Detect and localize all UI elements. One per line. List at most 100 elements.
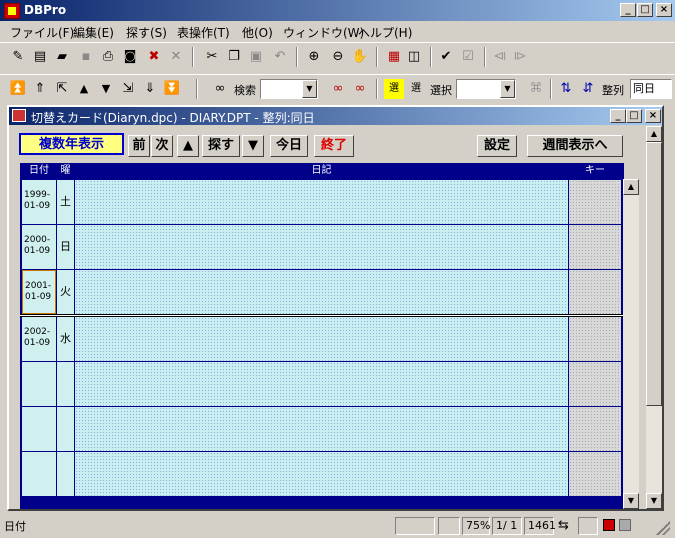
tool-disabled-icon[interactable]: ✕ bbox=[166, 47, 186, 67]
print-icon[interactable]: ⎙ bbox=[98, 47, 118, 67]
swap-icon[interactable]: ⇆ bbox=[558, 518, 569, 533]
diary-cell[interactable] bbox=[75, 407, 568, 451]
key-cell[interactable] bbox=[569, 270, 621, 314]
settings-button[interactable]: 設定 bbox=[477, 135, 517, 157]
date-cell-selected[interactable]: 2001- 01-09 bbox=[22, 270, 56, 314]
nav-forward-icon[interactable]: ⧐ bbox=[510, 47, 530, 67]
up-arrow-icon[interactable]: ▲ bbox=[74, 79, 94, 99]
next-button[interactable]: 次 bbox=[151, 135, 173, 157]
diary-cell[interactable] bbox=[75, 452, 568, 496]
window-scrollbar[interactable]: ▲ ▼ bbox=[646, 126, 662, 509]
table-row[interactable]: 2000- 01-09 日 bbox=[20, 225, 624, 270]
weekly-view-button[interactable]: 週間表示へ bbox=[527, 135, 623, 157]
record-gray-icon[interactable] bbox=[619, 519, 631, 531]
end-button[interactable]: 終了 bbox=[314, 135, 354, 157]
window-icon[interactable]: ◫ bbox=[404, 47, 424, 67]
menu-other[interactable]: 他(O) bbox=[242, 24, 273, 41]
copy-icon[interactable]: ❐ bbox=[224, 47, 244, 67]
minimize-icon[interactable]: _ bbox=[620, 3, 636, 17]
window-scroll-up-icon[interactable]: ▲ bbox=[646, 126, 662, 142]
key-cell[interactable] bbox=[569, 225, 621, 269]
diary-cell[interactable] bbox=[75, 270, 568, 314]
key-cell[interactable] bbox=[569, 452, 621, 496]
date-cell[interactable] bbox=[22, 452, 56, 496]
menu-edit[interactable]: 編集(E) bbox=[73, 24, 114, 41]
child-minimize-icon[interactable]: _ bbox=[610, 109, 626, 123]
hand-icon[interactable]: ✋ bbox=[350, 47, 370, 67]
app-icon[interactable] bbox=[4, 3, 20, 19]
maximize-icon[interactable]: □ bbox=[637, 3, 653, 17]
page-down-icon[interactable]: ⇓ bbox=[140, 79, 160, 99]
check-icon[interactable]: ✔ bbox=[436, 47, 456, 67]
tool-icon[interactable]: ✖ bbox=[144, 47, 164, 67]
search-binoculars-red-icon[interactable]: ∞ bbox=[350, 79, 370, 99]
key-cell[interactable] bbox=[569, 317, 621, 361]
nav-back-icon[interactable]: ⧏ bbox=[490, 47, 510, 67]
zoom-in-icon[interactable]: ⊕ bbox=[304, 47, 324, 67]
undo-icon[interactable]: ↶ bbox=[270, 47, 290, 67]
table-row[interactable]: 2001- 01-09 火 bbox=[20, 270, 624, 315]
menu-help[interactable]: ヘルプ(H) bbox=[358, 24, 412, 41]
binoculars-icon[interactable]: ∞ bbox=[210, 79, 230, 99]
diary-cell[interactable] bbox=[75, 180, 568, 224]
date-cell[interactable] bbox=[22, 407, 56, 451]
child-close-icon[interactable]: × bbox=[645, 109, 661, 123]
page-up-icon[interactable]: ⇑ bbox=[30, 79, 50, 99]
sort-desc-icon[interactable]: ⇵ bbox=[578, 79, 598, 99]
menu-file[interactable]: ファイル(F) bbox=[10, 24, 74, 41]
paste-icon[interactable]: ▣ bbox=[246, 47, 266, 67]
table-row[interactable] bbox=[20, 407, 624, 452]
menu-table[interactable]: 表操作(T) bbox=[177, 24, 230, 41]
filter-icon[interactable]: ⌘ bbox=[526, 79, 546, 99]
resize-grip-icon[interactable] bbox=[656, 521, 670, 535]
diary-cell[interactable] bbox=[75, 317, 568, 361]
select-combo[interactable]: ▼ bbox=[456, 79, 516, 99]
window-scroll-down-icon[interactable]: ▼ bbox=[646, 493, 662, 509]
date-cell[interactable] bbox=[22, 362, 56, 406]
dropdown-arrow-icon[interactable]: ▼ bbox=[500, 80, 515, 98]
sort-combo[interactable]: 同日 bbox=[630, 79, 672, 99]
diary-cell[interactable] bbox=[75, 362, 568, 406]
table-row[interactable]: 2002- 01-09 水 bbox=[20, 317, 624, 362]
table-row[interactable]: 1999- 01-09 土 bbox=[20, 180, 624, 225]
down-button[interactable]: ▼ bbox=[242, 135, 264, 157]
cut-icon[interactable]: ✂ bbox=[202, 47, 222, 67]
go-end-icon[interactable]: ⇲ bbox=[118, 79, 138, 99]
prev-button[interactable]: 前 bbox=[128, 135, 150, 157]
menu-window[interactable]: ウィンドウ(W) bbox=[283, 24, 364, 41]
print-preview-icon[interactable]: ◙ bbox=[120, 47, 140, 67]
first-record-icon[interactable]: ⏫ bbox=[8, 79, 28, 99]
table-row[interactable] bbox=[20, 362, 624, 407]
close-icon[interactable]: × bbox=[656, 3, 672, 17]
search-button[interactable]: 探す bbox=[202, 135, 240, 157]
scroll-down-icon[interactable]: ▼ bbox=[623, 493, 639, 509]
date-cell[interactable]: 1999- 01-09 bbox=[22, 180, 56, 224]
card-icon[interactable]: ▦ bbox=[384, 47, 404, 67]
zoom-out-icon[interactable]: ⊖ bbox=[328, 47, 348, 67]
key-cell[interactable] bbox=[569, 407, 621, 451]
multi-year-button[interactable]: 複数年表示 bbox=[19, 133, 124, 155]
grid-scrollbar[interactable]: ▲ ▼ bbox=[623, 179, 639, 509]
go-start-icon[interactable]: ⇱ bbox=[52, 79, 72, 99]
scroll-up-icon[interactable]: ▲ bbox=[623, 179, 639, 195]
diary-cell[interactable] bbox=[75, 225, 568, 269]
key-cell[interactable] bbox=[569, 362, 621, 406]
date-cell[interactable]: 2002- 01-09 bbox=[22, 317, 56, 361]
select-window-icon[interactable]: 選 bbox=[406, 79, 426, 99]
last-record-icon[interactable]: ⏬ bbox=[162, 79, 182, 99]
search-binoculars-icon[interactable]: ∞ bbox=[328, 79, 348, 99]
select-icon[interactable]: 選 bbox=[384, 79, 404, 99]
record-red-icon[interactable] bbox=[603, 519, 615, 531]
table-row[interactable] bbox=[20, 452, 624, 497]
search-combo[interactable]: ▼ bbox=[260, 79, 318, 99]
new-record-icon[interactable]: ✎ bbox=[8, 47, 28, 67]
open-folder-icon[interactable]: ▰ bbox=[52, 47, 72, 67]
today-button[interactable]: 今日 bbox=[270, 135, 308, 157]
child-maximize-icon[interactable]: □ bbox=[626, 109, 642, 123]
card-window-icon[interactable] bbox=[12, 109, 26, 122]
window-scroll-thumb[interactable] bbox=[646, 142, 662, 406]
save-icon[interactable]: ▪ bbox=[76, 47, 96, 67]
up-button[interactable]: ▲ bbox=[177, 135, 199, 157]
key-cell[interactable] bbox=[569, 180, 621, 224]
menu-search[interactable]: 探す(S) bbox=[126, 24, 167, 41]
